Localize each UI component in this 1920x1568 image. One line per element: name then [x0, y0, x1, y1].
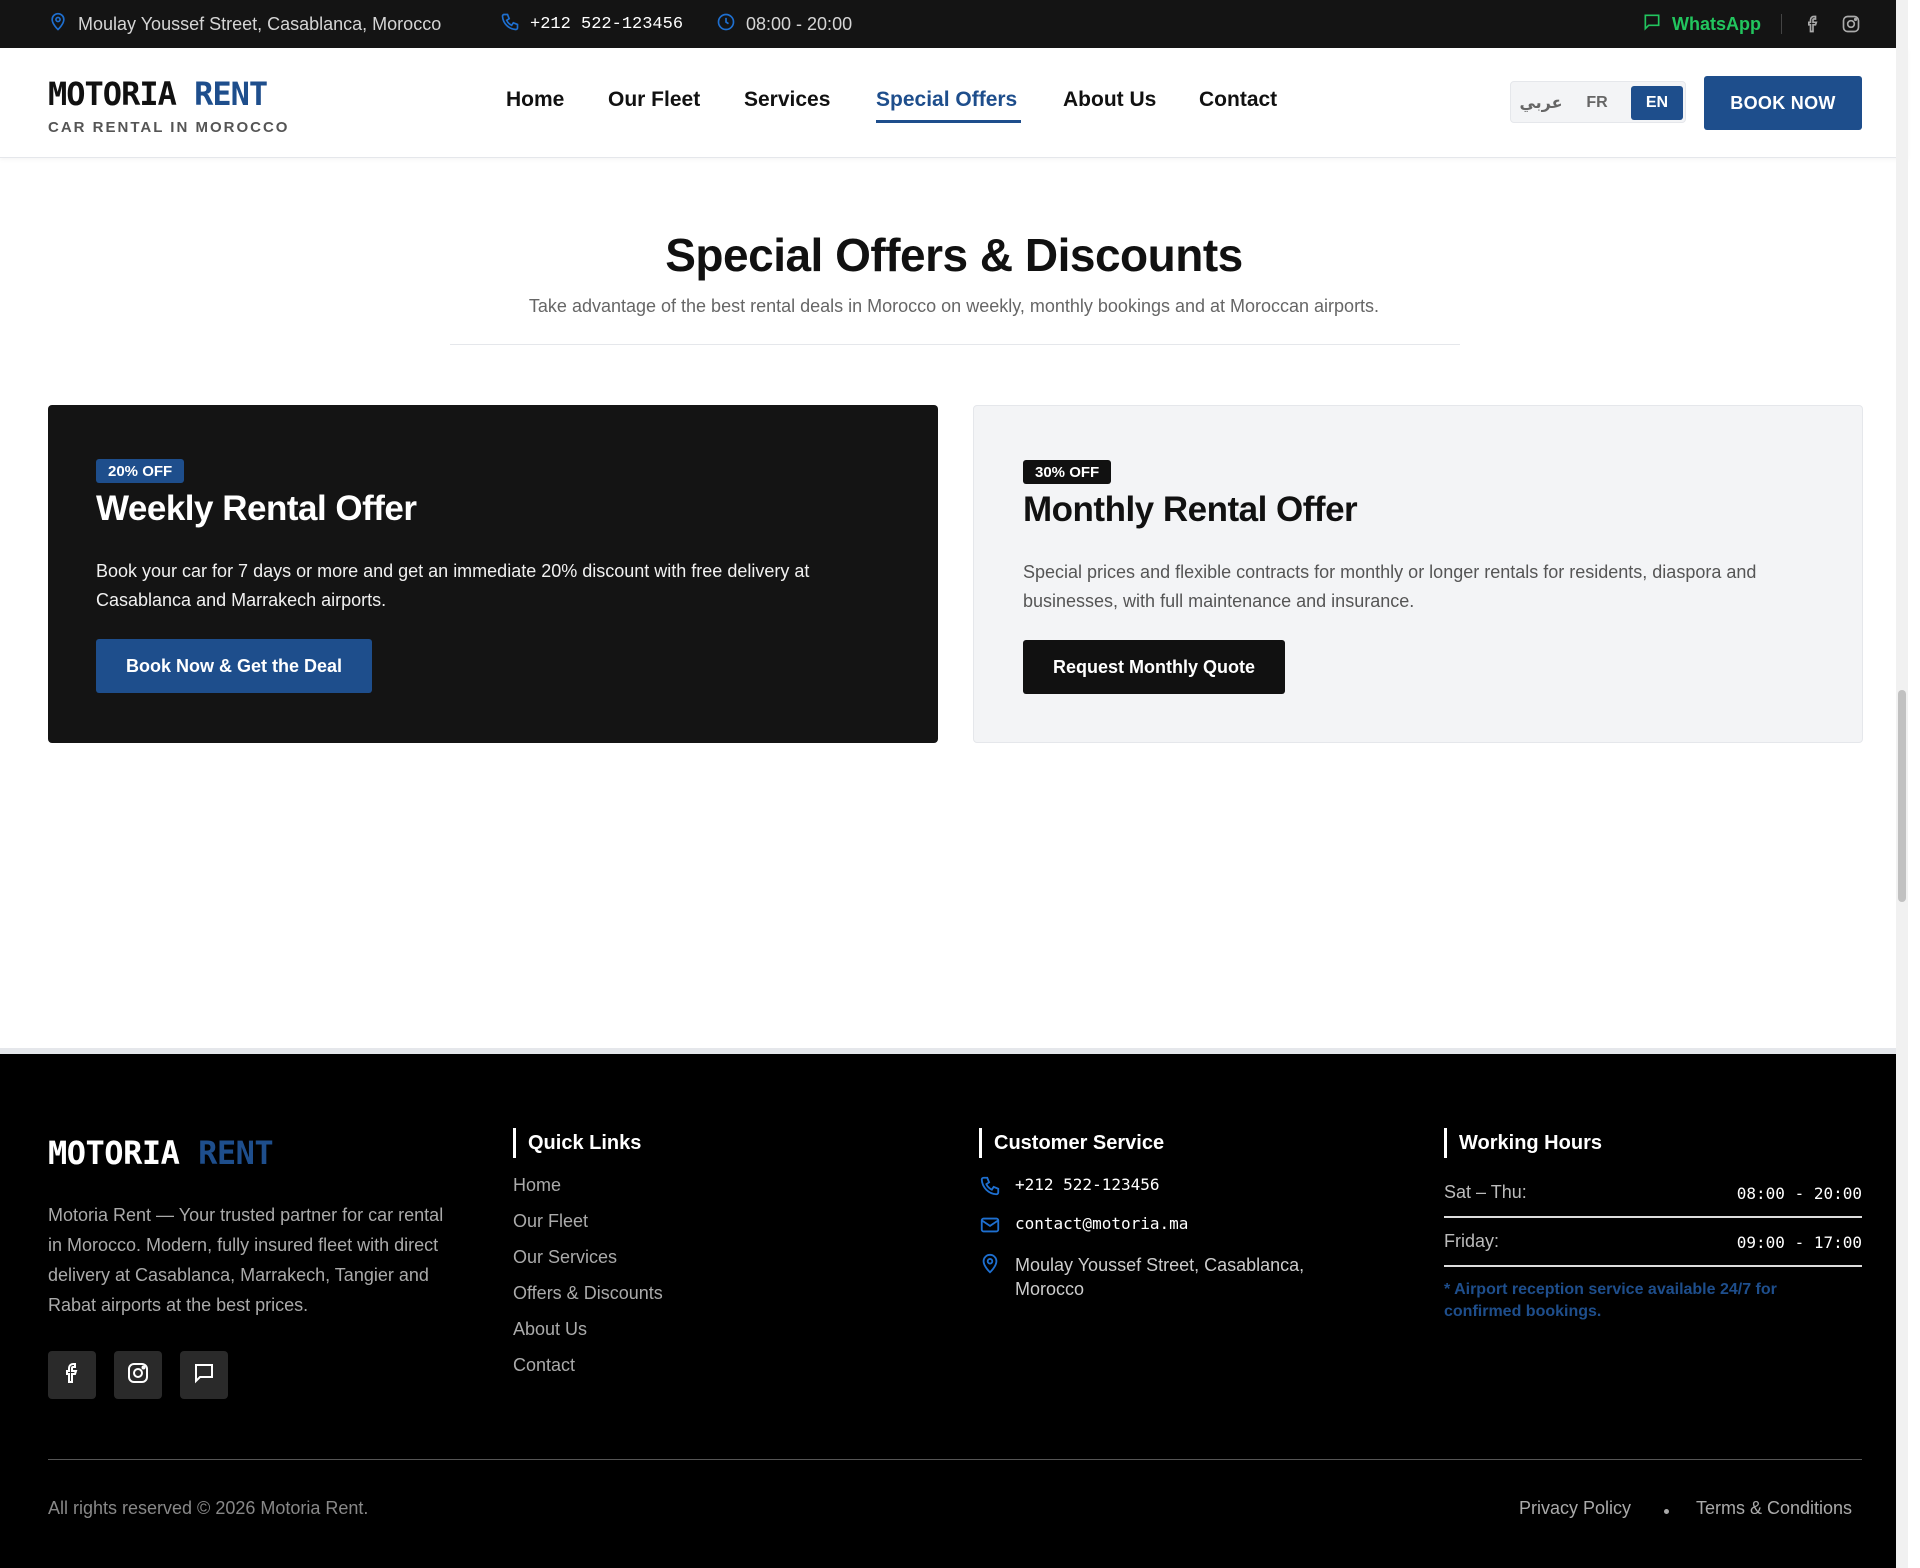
discount-badge: 20% OFF	[96, 459, 185, 483]
footer-link-contact[interactable]: Contact	[513, 1355, 575, 1376]
topbar-divider	[1781, 14, 1782, 34]
nav-services[interactable]: Services	[744, 88, 830, 112]
book-deal-button[interactable]: Book Now & Get the Deal	[96, 639, 373, 693]
working-hours-title: Working Hours	[1444, 1128, 1602, 1158]
customer-service-title: Customer Service	[979, 1128, 1164, 1158]
page-scrollbar[interactable]	[1896, 0, 1908, 1568]
section-divider	[450, 344, 1460, 345]
topbar-phone[interactable]: +212 522-123456	[500, 0, 683, 48]
lang-french[interactable]: FR	[1571, 86, 1623, 120]
terms-link[interactable]: Terms & Conditions	[1696, 1498, 1852, 1519]
mail-icon	[979, 1214, 1001, 1241]
site-logo[interactable]: MOTORIA RENT	[48, 75, 268, 113]
nav-home[interactable]: Home	[506, 88, 564, 112]
nav-our-fleet[interactable]: Our Fleet	[608, 88, 700, 112]
footer-instagram-button[interactable]	[114, 1351, 162, 1399]
hours-time: 09:00 - 17:00	[1736, 1233, 1862, 1252]
footer-logo-part1: MOTORIA	[48, 1134, 180, 1172]
logo-part2: RENT	[194, 75, 268, 113]
request-quote-button[interactable]: Request Monthly Quote	[1023, 640, 1285, 694]
nav-active-indicator	[876, 120, 1021, 123]
copyright-text: All rights reserved © 2026 Motoria Rent.	[48, 1498, 369, 1518]
legal-separator-dot	[1664, 1509, 1669, 1514]
cs-address-text: Moulay Youssef Street, Casablanca, Moroc…	[1015, 1255, 1305, 1299]
main-header: MOTORIA RENT CAR RENTAL IN MOROCCO Home …	[0, 48, 1908, 158]
footer-link-about[interactable]: About Us	[513, 1319, 587, 1340]
footer-logo[interactable]: MOTORIA RENT	[48, 1134, 274, 1172]
footer-link-services[interactable]: Our Services	[513, 1247, 617, 1268]
topbar-hours: 08:00 - 20:00	[716, 0, 852, 48]
discount-badge: 30% OFF	[1023, 460, 1112, 484]
location-pin-icon	[48, 12, 68, 37]
hours-day: Friday:	[1444, 1231, 1500, 1251]
chat-icon	[192, 1361, 216, 1390]
topbar-address: Moulay Youssef Street, Casablanca, Moroc…	[48, 0, 441, 48]
cs-phone-text: +212 522-123456	[1015, 1175, 1160, 1194]
footer-logo-part2: RENT	[198, 1134, 274, 1172]
footer-link-offers[interactable]: Offers & Discounts	[513, 1283, 663, 1304]
monthly-offer-card: 30% OFF Monthly Rental Offer Special pri…	[973, 405, 1863, 743]
site-footer: MOTORIA RENT Motoria Rent — Your trusted…	[0, 1054, 1908, 1568]
facebook-icon	[60, 1361, 84, 1390]
footer-facebook-button[interactable]	[48, 1351, 96, 1399]
weekly-offer-card: 20% OFF Weekly Rental Offer Book your ca…	[48, 405, 938, 743]
footer-description: Motoria Rent — Your trusted partner for …	[48, 1205, 444, 1315]
section-title: Special Offers & Discounts	[665, 229, 1243, 281]
topbar-phone-text: +212 522-123456	[530, 14, 684, 34]
location-pin-icon	[979, 1253, 1001, 1280]
nav-about-us[interactable]: About Us	[1063, 88, 1156, 112]
hours-day: Sat – Thu:	[1444, 1182, 1527, 1202]
footer-link-home[interactable]: Home	[513, 1175, 561, 1196]
nav-contact[interactable]: Contact	[1199, 88, 1277, 112]
chat-icon	[1642, 12, 1662, 37]
logo-tagline: CAR RENTAL IN MOROCCO	[48, 119, 290, 136]
facebook-icon[interactable]	[1803, 14, 1823, 34]
phone-icon	[979, 1175, 1001, 1202]
lang-english[interactable]: EN	[1631, 86, 1683, 120]
page: Moulay Youssef Street, Casablanca, Moroc…	[0, 0, 1908, 1568]
cs-phone[interactable]: +212 522-123456	[979, 1175, 1160, 1202]
language-switcher: عربي FR EN	[1510, 81, 1686, 123]
footer-link-fleet[interactable]: Our Fleet	[513, 1211, 588, 1232]
cs-address: Moulay Youssef Street, Casablanca, Moroc…	[979, 1253, 1339, 1301]
clock-icon	[716, 12, 736, 37]
book-now-button[interactable]: BOOK NOW	[1704, 76, 1862, 130]
footer-chat-button[interactable]	[180, 1351, 228, 1399]
section-subtitle: Take advantage of the best rental deals …	[528, 296, 1380, 316]
logo-part1: MOTORIA	[48, 75, 177, 113]
phone-icon	[500, 12, 520, 37]
offer-description: Special prices and flexible contracts fo…	[1023, 562, 1757, 611]
topbar-hours-text: 08:00 - 20:00	[746, 13, 853, 34]
quick-links-title: Quick Links	[513, 1128, 641, 1158]
hours-time: 08:00 - 20:00	[1736, 1184, 1862, 1203]
topbar-address-text: Moulay Youssef Street, Casablanca, Moroc…	[78, 13, 442, 34]
hours-note: * Airport reception service available 24…	[1444, 1281, 1777, 1320]
offer-description: Book your car for 7 days or more and get…	[96, 561, 810, 610]
privacy-policy-link[interactable]: Privacy Policy	[1519, 1498, 1631, 1519]
cs-email-text: contact@motoria.ma	[1015, 1214, 1189, 1233]
footer-divider	[48, 1459, 1862, 1460]
instagram-icon[interactable]	[1841, 14, 1861, 34]
hours-row: Friday: 09:00 - 17:00	[1444, 1231, 1862, 1267]
hours-row: Sat – Thu: 08:00 - 20:00	[1444, 1182, 1862, 1218]
top-info-bar: Moulay Youssef Street, Casablanca, Moroc…	[0, 0, 1908, 48]
cs-email[interactable]: contact@motoria.ma	[979, 1214, 1188, 1241]
offer-title: Weekly Rental Offer	[96, 489, 417, 528]
lang-arabic[interactable]: عربي	[1515, 86, 1567, 120]
whatsapp-label: WhatsApp	[1672, 13, 1761, 34]
whatsapp-link[interactable]: WhatsApp	[1642, 0, 1761, 48]
instagram-icon	[126, 1361, 150, 1390]
scrollbar-thumb[interactable]	[1898, 690, 1906, 902]
nav-special-offers[interactable]: Special Offers	[876, 88, 1017, 112]
offer-title: Monthly Rental Offer	[1023, 490, 1358, 529]
